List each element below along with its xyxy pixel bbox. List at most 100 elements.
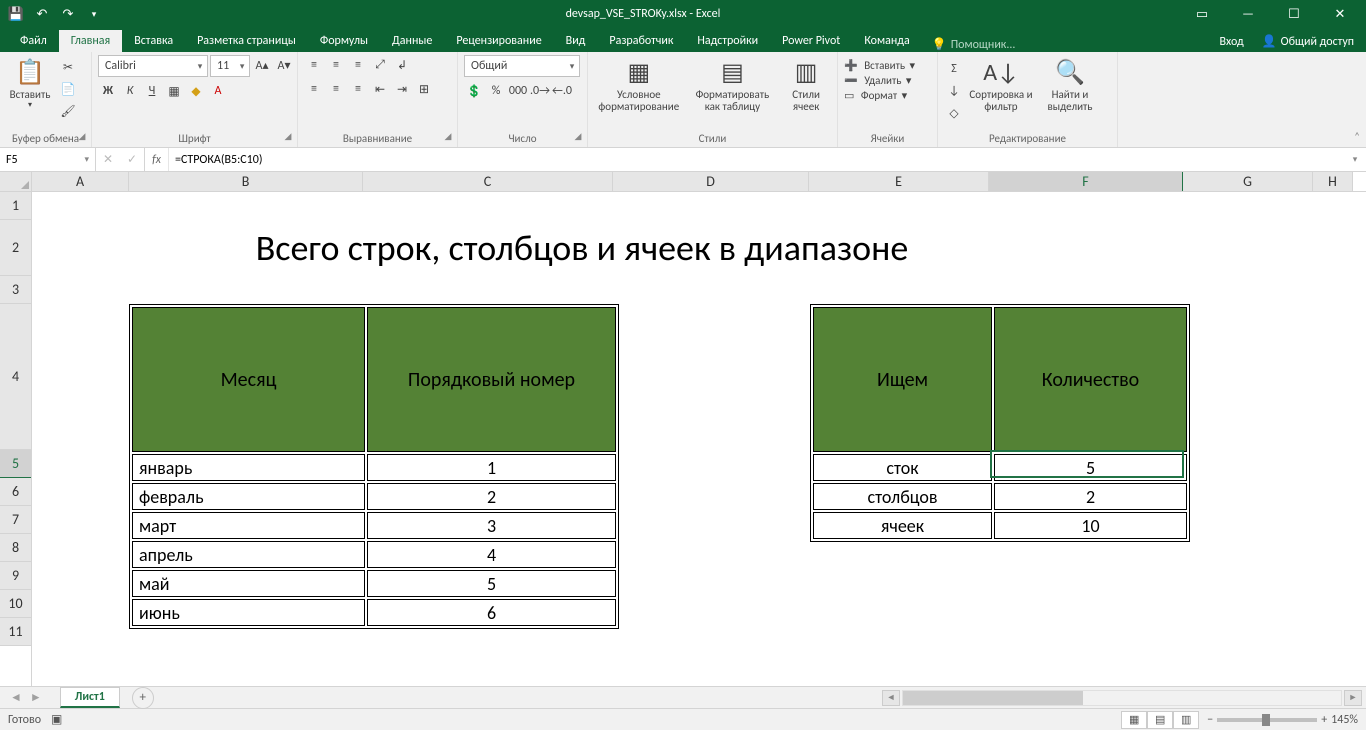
tab-data[interactable]: Данные <box>380 30 444 52</box>
cell[interactable]: 3 <box>367 512 616 539</box>
name-box[interactable]: F5 ▾ <box>0 148 96 171</box>
number-format-combo[interactable]: Общий▾ <box>464 55 580 77</box>
expand-formula-bar-icon[interactable]: ▾ <box>1344 148 1366 171</box>
cell[interactable]: июнь <box>132 599 365 626</box>
cell[interactable]: 5 <box>994 454 1187 481</box>
share-button[interactable]: 👤 Общий доступ <box>1256 31 1360 52</box>
col-header[interactable]: C <box>363 172 613 191</box>
currency-icon[interactable]: 💲 <box>464 81 484 101</box>
align-top-icon[interactable]: ≡ <box>304 55 324 75</box>
col-header[interactable]: E <box>809 172 989 191</box>
row-header[interactable]: 11 <box>0 618 31 646</box>
close-icon[interactable]: ✕ <box>1318 2 1362 26</box>
col-header[interactable]: D <box>613 172 809 191</box>
percent-icon[interactable]: % <box>486 81 506 101</box>
tab-formulas[interactable]: Формулы <box>308 30 380 52</box>
row-header[interactable]: 6 <box>0 478 31 506</box>
fx-button[interactable]: fx <box>145 148 169 171</box>
decrease-decimal-icon[interactable]: ←.0 <box>552 81 572 101</box>
tab-addins[interactable]: Надстройки <box>685 30 770 52</box>
tab-review[interactable]: Рецензирование <box>444 30 553 52</box>
scroll-right-icon[interactable]: ► <box>1344 690 1362 706</box>
find-select-button[interactable]: 🔍Найти и выделить <box>1038 55 1102 113</box>
sort-filter-button[interactable]: A↓Сортировка и фильтр <box>968 55 1034 113</box>
row-header[interactable]: 7 <box>0 506 31 534</box>
formula-input[interactable]: =СТРОКА(B5:C10) <box>169 148 1344 171</box>
tab-insert[interactable]: Вставка <box>122 30 185 52</box>
format-cells-button[interactable]: ▭ Формат ▾ <box>844 89 907 102</box>
sheet-tab[interactable]: Лист1 <box>60 687 120 708</box>
row-header[interactable]: 5 <box>0 450 31 478</box>
copy-icon[interactable]: 📄 <box>58 79 78 99</box>
decrease-indent-icon[interactable]: ⇤ <box>370 79 390 99</box>
cell[interactable]: январь <box>132 454 365 481</box>
cell[interactable]: апрель <box>132 541 365 568</box>
font-size-combo[interactable]: 11▾ <box>210 55 250 77</box>
format-as-table-button[interactable]: ▤Форматировать как таблицу <box>688 55 778 113</box>
cut-icon[interactable]: ✂ <box>58 57 78 77</box>
comma-icon[interactable]: 000 <box>508 81 528 101</box>
alignment-dialog-launcher[interactable]: ◢ <box>441 131 455 145</box>
delete-cells-button[interactable]: ➖ Удалить ▾ <box>844 74 911 87</box>
tab-team[interactable]: Команда <box>852 30 921 52</box>
cell[interactable]: 10 <box>994 512 1187 539</box>
row-header[interactable]: 1 <box>0 192 31 220</box>
align-bottom-icon[interactable]: ≡ <box>348 55 368 75</box>
qat-customize-icon[interactable]: ▾ <box>82 3 106 25</box>
tab-view[interactable]: Вид <box>554 30 598 52</box>
sheet-nav-prev-icon[interactable]: ◄ <box>10 690 22 705</box>
cell[interactable]: столбцов <box>813 483 992 510</box>
zoom-in-button[interactable]: + <box>1321 713 1327 727</box>
col-header[interactable]: A <box>32 172 129 191</box>
zoom-out-button[interactable]: − <box>1207 713 1213 727</box>
tab-page-layout[interactable]: Разметка страницы <box>185 30 308 52</box>
sign-in-button[interactable]: Вход <box>1213 32 1249 52</box>
sheet-nav-next-icon[interactable]: ► <box>30 690 42 705</box>
format-painter-icon[interactable]: 🖌 <box>58 101 78 121</box>
cancel-formula-icon[interactable]: ✕ <box>100 152 116 167</box>
tab-developer[interactable]: Разработчик <box>597 30 685 52</box>
cell[interactable]: 5 <box>367 570 616 597</box>
cell[interactable]: 6 <box>367 599 616 626</box>
fill-color-icon[interactable]: ◆ <box>186 81 206 101</box>
bold-button[interactable]: Ж <box>98 81 118 101</box>
cell[interactable]: февраль <box>132 483 365 510</box>
row-header[interactable]: 9 <box>0 562 31 590</box>
row-header[interactable]: 3 <box>0 276 31 304</box>
tab-home[interactable]: Главная <box>59 30 122 52</box>
tell-me-search[interactable]: 💡 Помощник... <box>922 37 1026 52</box>
col-header[interactable]: G <box>1183 172 1313 191</box>
add-sheet-button[interactable]: + <box>132 687 154 709</box>
italic-button[interactable]: К <box>120 81 140 101</box>
cell[interactable]: март <box>132 512 365 539</box>
chevron-down-icon[interactable]: ▾ <box>84 154 89 165</box>
decrease-font-icon[interactable]: A▾ <box>274 55 294 75</box>
clipboard-dialog-launcher[interactable]: ◢ <box>75 131 89 145</box>
save-icon[interactable]: 💾 <box>4 3 28 25</box>
increase-indent-icon[interactable]: ⇥ <box>392 79 412 99</box>
cell[interactable]: сток <box>813 454 992 481</box>
cell[interactable]: 1 <box>367 454 616 481</box>
scroll-track[interactable] <box>902 690 1342 706</box>
increase-decimal-icon[interactable]: .0→ <box>530 81 550 101</box>
number-dialog-launcher[interactable]: ◢ <box>571 131 585 145</box>
scroll-thumb[interactable] <box>903 691 1083 705</box>
ribbon-options-icon[interactable]: ▭ <box>1180 2 1224 26</box>
horizontal-scrollbar[interactable]: ◄ ► <box>154 690 1366 706</box>
normal-view-icon[interactable]: ▦ <box>1121 711 1147 729</box>
underline-button[interactable]: Ч <box>142 81 162 101</box>
align-center-icon[interactable]: ≡ <box>326 79 346 99</box>
cell[interactable]: май <box>132 570 365 597</box>
zoom-level[interactable]: 145% <box>1331 713 1358 727</box>
font-name-combo[interactable]: Calibri▾ <box>98 55 208 77</box>
col-header[interactable]: B <box>129 172 363 191</box>
conditional-formatting-button[interactable]: ▦Условное форматирование <box>594 55 684 113</box>
minimize-icon[interactable]: — <box>1226 2 1270 26</box>
font-dialog-launcher[interactable]: ◢ <box>281 131 295 145</box>
paste-button[interactable]: 📋 Вставить ▾ <box>6 55 54 110</box>
orientation-icon[interactable]: ⤢ <box>370 55 390 75</box>
tab-powerpivot[interactable]: Power Pivot <box>770 30 852 52</box>
cell[interactable]: 4 <box>367 541 616 568</box>
maximize-icon[interactable]: ☐ <box>1272 2 1316 26</box>
row-header[interactable]: 4 <box>0 304 31 450</box>
